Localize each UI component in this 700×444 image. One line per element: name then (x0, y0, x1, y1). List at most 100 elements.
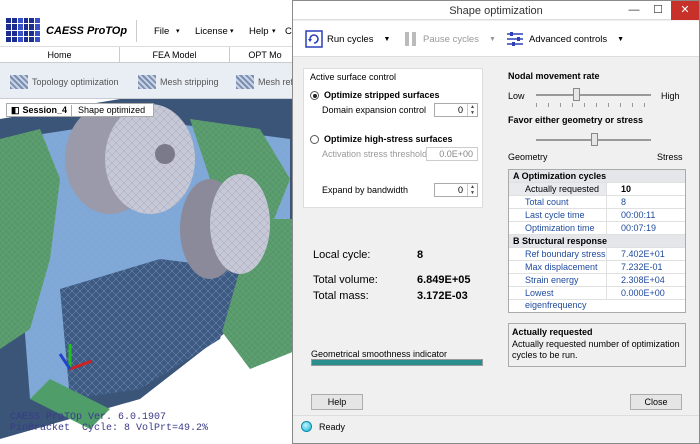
smoothness-progress-bar (311, 359, 483, 366)
nodal-high-label: High (661, 91, 680, 101)
grid-value[interactable]: 2.308E+04 (607, 274, 665, 286)
status-led-icon (301, 421, 312, 432)
grid-value[interactable]: 00:07:19 (607, 222, 656, 234)
app-name: CAESS ProTOp (46, 25, 128, 37)
close-button[interactable]: Close (630, 394, 682, 410)
activation-stress-field[interactable]: 0.0E+00 (426, 147, 478, 161)
optimize-stripped-radio[interactable]: Optimize stripped surfaces (310, 90, 440, 100)
grid-row-optimization-time[interactable]: Optimization time 00:07:19 (509, 222, 685, 235)
optimize-high-stress-label: Optimize high-stress surfaces (324, 134, 453, 144)
favor-slider-thumb[interactable] (590, 133, 598, 146)
grid-value[interactable]: 7.402E+01 (607, 248, 665, 260)
menu-help[interactable]: Help (249, 26, 269, 37)
nodal-movement-slider-track[interactable] (536, 94, 651, 96)
grid-label: Ref boundary stress (509, 248, 607, 260)
tab-home[interactable]: Home (0, 47, 120, 63)
status-text: Ready (319, 422, 346, 432)
optimize-high-stress-radio[interactable]: Optimize high-stress surfaces (310, 134, 453, 144)
category-structural-response[interactable]: B Structural response (509, 235, 685, 248)
grid-row-ref-boundary-stress[interactable]: Ref boundary stress 7.402E+01 (509, 248, 685, 261)
advanced-controls-button[interactable]: Advanced controls ▼ (505, 29, 624, 49)
bandwidth-stepper[interactable]: 0 ▲ ▼ (434, 183, 478, 197)
mesh-icon (138, 75, 156, 89)
pause-cycles-button[interactable]: Pause cycles ▼ (403, 29, 496, 49)
grid-row-actually-requested[interactable]: Actually requested 10 (509, 183, 685, 196)
domain-expansion-value[interactable]: 0 (435, 104, 467, 116)
grid-label: Strain energy (509, 274, 607, 286)
sliders-icon (507, 32, 523, 46)
chevron-down-icon[interactable]: ▼ (489, 36, 496, 43)
grid-row-total-count[interactable]: Total count 8 (509, 196, 685, 209)
topology-icon (10, 75, 28, 89)
category-label: B Structural response (513, 236, 608, 246)
active-surface-group: Active surface control Optimize stripped… (303, 68, 483, 208)
maximize-button[interactable]: ☐ (647, 1, 669, 20)
grid-value[interactable]: 8 (607, 196, 626, 208)
grid-label: Actually requested (509, 183, 607, 195)
grid-label: Optimization time (509, 222, 607, 234)
viewport-info-text: CAESS ProTOp Ver. 6.0.1907 PinBracket Cy… (10, 412, 209, 434)
total-volume-label: Total volume: (313, 274, 378, 286)
chevron-down-icon[interactable]: ▼ (383, 36, 390, 43)
activation-stress-label: Activation stress threshold (322, 149, 428, 159)
app-logo-icon (6, 18, 40, 42)
menu-file[interactable]: File (154, 26, 169, 37)
grid-row-strain-energy[interactable]: Strain energy 2.308E+04 (509, 274, 685, 287)
smoothness-progress-fill (312, 360, 482, 365)
chevron-down-icon[interactable]: ▾ (230, 27, 234, 35)
close-window-button[interactable]: ✕ (671, 1, 699, 20)
session-name[interactable]: ◧ Session_4 (7, 104, 73, 116)
session-icon: ◧ (11, 104, 20, 115)
optimize-stripped-label: Optimize stripped surfaces (324, 90, 440, 100)
domain-expansion-stepper[interactable]: 0 ▲ ▼ (434, 103, 478, 117)
spinner-arrows-icon[interactable]: ▲ ▼ (467, 104, 477, 116)
minimize-button[interactable]: — (623, 1, 645, 20)
spinner-arrows-icon[interactable]: ▲ ▼ (467, 184, 477, 196)
grid-label: Max displacement (509, 261, 607, 273)
grid-value[interactable]: 00:00:11 (607, 209, 655, 221)
nodal-movement-label: Nodal movement rate (508, 71, 600, 81)
nodal-movement-slider-thumb[interactable] (573, 88, 581, 101)
bandwidth-label: Expand by bandwidth (322, 185, 409, 195)
app-header: CAESS ProTOp File ▾ License ▾ Help ▾ CT (0, 0, 300, 47)
grid-label: Lowest eigenfrequency (509, 287, 607, 310)
smoothness-label: Geometrical smoothness indicator (311, 349, 448, 359)
pause-cycles-label: Pause cycles (423, 33, 479, 45)
grid-value[interactable]: 10 (607, 183, 631, 195)
mesh-refine-label: Mesh refi (258, 77, 296, 87)
nodal-low-label: Low (508, 91, 525, 101)
mesh-refine-button[interactable]: Mesh refi (236, 71, 295, 93)
grid-value[interactable]: 0.000E+00 (607, 287, 665, 299)
radio-unselected[interactable] (310, 134, 319, 144)
radio-selected[interactable] (310, 90, 319, 100)
grid-label: Total count (509, 196, 607, 208)
category-optimization-cycles[interactable]: A Optimization cycles (509, 170, 685, 183)
local-cycle-label: Local cycle: (313, 249, 371, 261)
total-mass-value: 3.172E-03 (417, 290, 468, 302)
3d-viewport[interactable]: ◧ Session_4 Shape optimized (0, 99, 300, 444)
session-tab[interactable]: ◧ Session_4 Shape optimized (6, 103, 154, 117)
chevron-down-icon[interactable]: ▾ (176, 27, 180, 35)
category-label: A Optimization cycles (513, 171, 607, 181)
total-mass-label: Total mass: (313, 290, 369, 302)
local-cycle-value: 8 (417, 249, 424, 261)
dialog-titlebar: Shape optimization — ☐ ✕ (293, 1, 699, 20)
topology-optimization-button[interactable]: Topology optimization (10, 71, 119, 93)
chevron-down-icon[interactable]: ▼ (617, 36, 624, 43)
grid-row-lowest-eigenfrequency[interactable]: Lowest eigenfrequency 0.000E+00 (509, 287, 685, 310)
status-bar: Ready (293, 415, 699, 443)
grid-value[interactable]: 7.232E-01 (607, 261, 663, 273)
help-button[interactable]: Help (311, 394, 363, 410)
menu-license[interactable]: License (195, 26, 228, 37)
chevron-down-icon[interactable]: ▾ (272, 27, 276, 35)
run-cycles-button[interactable]: Run cycles ▼ (305, 29, 390, 49)
bandwidth-value[interactable]: 0 (435, 184, 467, 196)
mesh-stripping-button[interactable]: Mesh stripping (138, 71, 219, 93)
tab-opt-model[interactable]: OPT Mo (230, 47, 300, 63)
grid-row-last-cycle-time[interactable]: Last cycle time 00:00:11 (509, 209, 685, 222)
mesh-stripping-label: Mesh stripping (160, 77, 219, 87)
ribbon-tabs: Home FEA Model OPT Mo (0, 47, 300, 63)
grid-row-max-displacement[interactable]: Max displacement 7.232E-01 (509, 261, 685, 274)
tab-fea-model[interactable]: FEA Model (120, 47, 230, 63)
domain-expansion-label: Domain expansion control (322, 105, 427, 115)
